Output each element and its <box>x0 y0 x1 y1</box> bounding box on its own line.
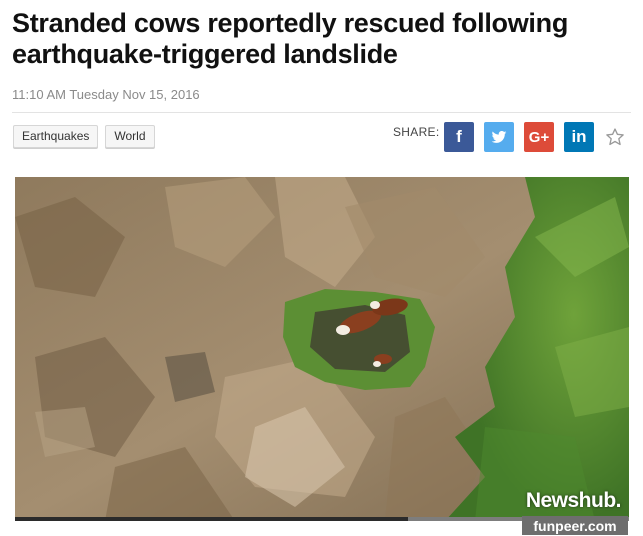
article-dateline: 11:10 AM Tuesday Nov 15, 2016 <box>12 87 200 102</box>
tag-list: Earthquakes World <box>13 125 155 148</box>
divider <box>12 112 631 113</box>
twitter-icon <box>491 131 507 143</box>
share-label: SHARE: <box>393 125 440 139</box>
newshub-watermark: Newshub. <box>525 489 622 512</box>
linkedin-icon: in <box>571 127 587 146</box>
google-plus-share-button[interactable]: G+ <box>524 122 554 152</box>
linkedin-share-button[interactable]: in <box>564 122 594 152</box>
star-icon <box>606 128 624 146</box>
tag-earthquakes[interactable]: Earthquakes <box>13 125 99 148</box>
share-buttons: f G+ in <box>444 122 626 152</box>
google-plus-icon: G+ <box>528 128 550 146</box>
facebook-share-button[interactable]: f <box>444 122 474 152</box>
favorite-button[interactable] <box>604 126 626 148</box>
landslide-image <box>15 177 629 521</box>
tag-world[interactable]: World <box>105 125 155 148</box>
video-progress-fill <box>15 517 408 521</box>
article-photo[interactable]: Newshub. <box>15 177 629 521</box>
source-watermark: funpeer.com <box>522 516 628 535</box>
facebook-icon: f <box>456 127 462 146</box>
twitter-share-button[interactable] <box>484 122 514 152</box>
article-headline: Stranded cows reportedly rescued followi… <box>12 8 569 69</box>
